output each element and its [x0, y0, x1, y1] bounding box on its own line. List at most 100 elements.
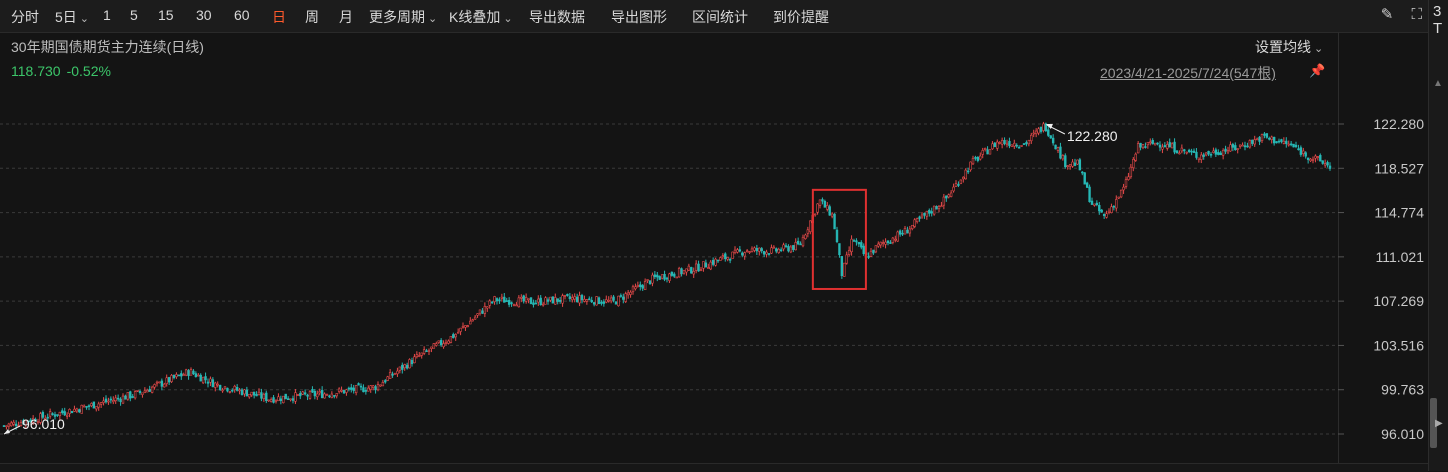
candle-body	[316, 393, 319, 398]
candle-body	[223, 386, 227, 389]
candle-body	[306, 394, 309, 397]
candle-body	[828, 206, 831, 216]
candle-body	[1017, 146, 1021, 149]
toolbar-item-12[interactable]: 导出数据	[529, 7, 585, 27]
toolbar-item-13[interactable]: 导出图形	[611, 7, 667, 27]
candle-body	[983, 148, 987, 150]
toolbar-item-3[interactable]: 5	[130, 7, 138, 23]
candle-body	[1195, 151, 1198, 158]
toolbar-item-0[interactable]: 分时	[11, 7, 39, 27]
candle-body	[177, 374, 181, 377]
candle-body	[1100, 209, 1103, 213]
candle-body	[1299, 147, 1303, 155]
candle-body	[1073, 162, 1077, 166]
candle-body	[731, 251, 734, 259]
brush-icon[interactable]: ✎	[1381, 6, 1394, 23]
candle-body	[694, 263, 698, 271]
candle-body	[289, 398, 292, 401]
scroll-up-icon[interactable]: ▲	[1433, 78, 1443, 89]
candle-body	[376, 384, 380, 391]
candle-body	[1306, 157, 1310, 160]
candle-body	[653, 274, 657, 278]
toolbar-item-5[interactable]: 30	[196, 7, 212, 23]
candle-body	[1149, 141, 1152, 144]
candle-body	[481, 310, 484, 314]
candle-body	[303, 392, 307, 395]
candle-body	[949, 192, 953, 197]
fullscreen-icon[interactable]: ⛶	[1411, 6, 1422, 23]
toolbar-item-1[interactable]: 5日 ⌄	[55, 7, 89, 27]
toolbar-item-label: 5	[130, 7, 138, 23]
candle-body	[1185, 151, 1188, 154]
candle-body	[690, 267, 693, 274]
expand-right-icon[interactable]: ▶	[1435, 418, 1443, 429]
candle-body	[1272, 136, 1276, 144]
candle-body	[758, 247, 761, 252]
candle-body	[284, 393, 287, 400]
candle-body	[1037, 128, 1040, 134]
candle-body	[646, 279, 649, 281]
candle-body	[449, 336, 453, 343]
toolbar-item-9[interactable]: 月	[339, 7, 353, 27]
toolbar-item-15[interactable]: 到价提醒	[773, 7, 829, 27]
candle-body	[425, 350, 428, 353]
candle-body	[381, 382, 385, 387]
toolbar-item-8[interactable]: 周	[305, 7, 319, 27]
candle-body	[816, 203, 819, 213]
toolbar-item-label: 5日	[55, 9, 77, 25]
candle-body	[262, 393, 266, 399]
candlestick-chart[interactable]: 122.280 118.527 114.774 111.021 107.269 103.5…	[0, 32, 1428, 463]
candle-body	[1285, 140, 1288, 144]
candle-body	[748, 251, 751, 253]
candle-body	[1115, 199, 1118, 209]
candle-body	[515, 304, 518, 307]
candle-body	[279, 398, 283, 402]
candle-body	[282, 395, 285, 404]
toolbar-item-10[interactable]: 更多周期 ⌄	[369, 7, 437, 27]
candle-body	[556, 298, 559, 302]
candle-body	[133, 391, 137, 399]
candle-body	[1328, 165, 1332, 169]
candle-body	[549, 296, 552, 301]
candle-body	[765, 251, 768, 255]
candle-body	[313, 391, 317, 397]
candle-body	[265, 392, 268, 401]
candle-body	[386, 376, 389, 381]
candle-body	[629, 291, 632, 295]
candle-body	[493, 296, 496, 302]
toolbar-item-label: 区间统计	[692, 9, 748, 25]
candle-body	[296, 394, 300, 396]
toolbar-item-11[interactable]: K线叠加 ⌄	[449, 7, 513, 27]
candle-body	[639, 284, 642, 287]
toolbar-item-7[interactable]: 日	[272, 7, 286, 27]
candle-body	[1316, 156, 1320, 158]
candle-body	[925, 210, 929, 217]
candle-body	[384, 380, 387, 383]
candle-body	[595, 296, 598, 306]
candle-body	[537, 298, 540, 303]
candle-body	[1156, 142, 1159, 145]
candle-body	[308, 391, 312, 399]
candle-body	[471, 319, 474, 322]
candle-body	[1231, 144, 1235, 148]
y-tick-label: 103.516	[1373, 337, 1424, 353]
candle-body	[561, 295, 564, 304]
candle-body	[796, 240, 800, 245]
candle-body	[505, 300, 508, 302]
toolbar-item-2[interactable]: 1	[103, 7, 111, 23]
candle-body	[867, 255, 870, 258]
candle-body	[121, 395, 125, 404]
candle-body	[1015, 144, 1018, 147]
candle-body	[512, 303, 516, 306]
candle-body	[1319, 155, 1322, 162]
candle-body	[648, 280, 652, 285]
toolbar-item-14[interactable]: 区间统计	[692, 7, 748, 27]
candle-body	[131, 396, 134, 398]
candle-body	[444, 342, 448, 344]
candle-body	[1168, 142, 1171, 148]
toolbar-item-4[interactable]: 15	[158, 7, 174, 23]
candle-body	[566, 293, 569, 296]
toolbar-item-6[interactable]: 60	[234, 7, 250, 23]
candle-body	[736, 249, 739, 253]
candle-body	[1265, 133, 1269, 138]
